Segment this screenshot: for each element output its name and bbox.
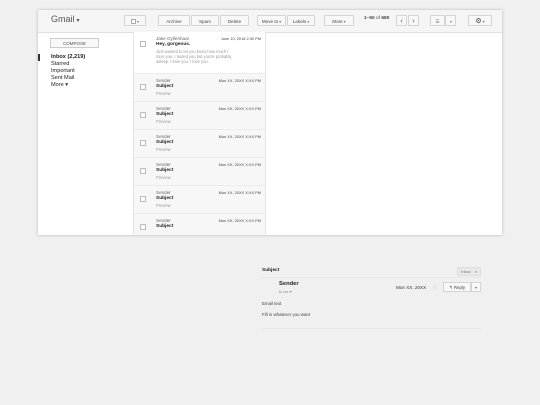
- message-sender: Sender: [156, 78, 171, 83]
- top-toolbar: Gmail ▾ ▾ Archive Spam Delete Move to▾ La…: [38, 10, 502, 33]
- message-preview: Preview: [156, 175, 171, 180]
- message-preview: Preview: [156, 91, 171, 96]
- list-item[interactable]: Sender Mon XX, 20XX X:XX PM Subject Prev…: [134, 74, 265, 102]
- message-subject: Hey, gorgeous.: [156, 42, 191, 47]
- message-sender: Sender: [156, 106, 171, 111]
- list-item[interactable]: Sender Mon XX, 20XX X:XX PM Subject Prev…: [134, 158, 265, 186]
- pagination-count: 1–50 of 680: [364, 16, 390, 21]
- next-page-button[interactable]: ›: [408, 15, 419, 26]
- message-sender: Sender: [156, 162, 171, 167]
- view-options-button[interactable]: ☰: [430, 15, 445, 26]
- sidebar-item-starred[interactable]: Starred: [38, 61, 133, 68]
- email-sender: Sender: [279, 281, 299, 287]
- email-body-line: Email text: [262, 301, 282, 306]
- gear-icon: ⚙: [475, 18, 482, 25]
- chevron-down-icon: ▾: [482, 19, 485, 24]
- divider: [261, 277, 481, 278]
- message-preview: Preview: [156, 119, 171, 124]
- delete-button[interactable]: Delete: [220, 15, 249, 26]
- star-icon[interactable]: ☆: [432, 283, 438, 291]
- message-subject: Subject: [156, 140, 174, 145]
- message-date: Mon XX, 20XX X:XX PM: [218, 134, 261, 139]
- message-sender: Sender: [156, 190, 171, 195]
- archive-button[interactable]: Archive: [158, 15, 190, 26]
- message-preview: Preview: [156, 203, 171, 208]
- chevron-right-icon: ›: [412, 18, 415, 25]
- row-checkbox[interactable]: [140, 224, 146, 230]
- more-button[interactable]: More▾: [324, 15, 354, 26]
- label-tag-inbox: Inbox x: [457, 267, 481, 276]
- message-date: Mon XX, 20XX X:XX PM: [218, 78, 261, 83]
- checkbox-icon: [130, 19, 136, 25]
- chevron-down-icon: ▾: [279, 19, 282, 24]
- message-subject: Subject: [156, 84, 174, 89]
- message-date: Mon XX, 20XX X:XX PM: [218, 190, 261, 195]
- divider: [261, 328, 481, 329]
- settings-button[interactable]: ⚙▾: [468, 15, 492, 26]
- chevron-down-icon: ▾: [289, 290, 292, 294]
- menu-lines-icon: ☰: [435, 19, 440, 24]
- list-item[interactable]: Sender Mon XX, 20XX X:XX PM Subject: [134, 214, 265, 235]
- logo-caret-icon: ▾: [76, 18, 80, 24]
- email-subject: Subject: [262, 268, 280, 273]
- avatar: [262, 281, 273, 292]
- message-sender: Sender: [156, 218, 171, 223]
- chevron-down-icon: ▾: [474, 285, 477, 290]
- select-all-button[interactable]: ▾: [124, 15, 146, 26]
- chevron-down-icon: ▾: [307, 19, 310, 24]
- row-checkbox[interactable]: [140, 41, 146, 47]
- message-sender: Jake Gyllenhaal: [156, 36, 189, 41]
- message-subject: Subject: [156, 112, 174, 117]
- compose-button[interactable]: COMPOSE: [50, 38, 99, 48]
- prev-page-button[interactable]: ‹: [396, 15, 407, 26]
- row-checkbox[interactable]: [140, 140, 146, 146]
- row-checkbox[interactable]: [140, 112, 146, 118]
- message-subject: Subject: [156, 196, 174, 201]
- email-body-line: Fill in whatever you want: [262, 312, 311, 317]
- list-item[interactable]: Sender Mon XX, 20XX X:XX PM Subject Prev…: [134, 186, 265, 214]
- sidebar: COMPOSE Inbox (2,219) Starred Important …: [38, 32, 133, 235]
- gmail-window: Gmail ▾ ▾ Archive Spam Delete Move to▾ La…: [38, 10, 502, 235]
- message-date: Mon XX, 20XX X:XX PM: [218, 218, 261, 223]
- message-preview: Just wanted to let you know how much I m…: [156, 49, 232, 65]
- view-options-dropdown[interactable]: ▾: [445, 15, 456, 26]
- move-to-button[interactable]: Move to▾: [257, 15, 286, 26]
- sidebar-item-important[interactable]: Important: [38, 68, 133, 75]
- message-sender: Sender: [156, 134, 171, 139]
- chevron-down-icon: ▾: [343, 19, 346, 24]
- message-subject: Subject: [156, 168, 174, 173]
- spam-button[interactable]: Spam: [191, 15, 219, 26]
- sidebar-item-more[interactable]: More ▾: [38, 82, 133, 89]
- list-item[interactable]: Sender Mon XX, 20XX X:XX PM Subject Prev…: [134, 102, 265, 130]
- message-date: Mon XX, 20XX X:XX PM: [218, 162, 261, 167]
- row-checkbox[interactable]: [140, 168, 146, 174]
- gmail-logo[interactable]: Gmail ▾: [51, 14, 80, 24]
- chevron-down-icon: ▾: [449, 19, 452, 24]
- row-checkbox[interactable]: [140, 196, 146, 202]
- list-item[interactable]: Sender Mon XX, 20XX X:XX PM Subject Prev…: [134, 130, 265, 158]
- email-detail-view: Subject Inbox x Sender to me ▾ Mon XX, 20…: [259, 265, 483, 335]
- recipient-details[interactable]: to me ▾: [279, 289, 291, 294]
- sidebar-item-inbox[interactable]: Inbox (2,219): [38, 54, 133, 61]
- sidebar-item-sent[interactable]: Sent Mail: [38, 75, 133, 82]
- email-date: Mon XX, 20XX: [396, 285, 427, 290]
- more-actions-button[interactable]: ▾: [471, 282, 481, 292]
- reply-button[interactable]: ↰ Reply: [443, 282, 471, 292]
- row-checkbox[interactable]: [140, 84, 146, 90]
- message-preview: Preview: [156, 147, 171, 152]
- close-icon[interactable]: x: [475, 269, 477, 274]
- message-subject: Subject: [156, 224, 174, 229]
- message-list: Jake Gyllenhaal June 10, 2018 2:30 PM He…: [133, 32, 266, 235]
- chevron-left-icon: ‹: [400, 18, 403, 25]
- labels-button[interactable]: Labels▾: [287, 15, 315, 26]
- list-item[interactable]: Jake Gyllenhaal June 10, 2018 2:30 PM He…: [134, 32, 265, 74]
- message-date: Mon XX, 20XX X:XX PM: [218, 106, 261, 111]
- chevron-down-icon: ▾: [136, 19, 139, 24]
- message-date: June 10, 2018 2:30 PM: [220, 36, 261, 41]
